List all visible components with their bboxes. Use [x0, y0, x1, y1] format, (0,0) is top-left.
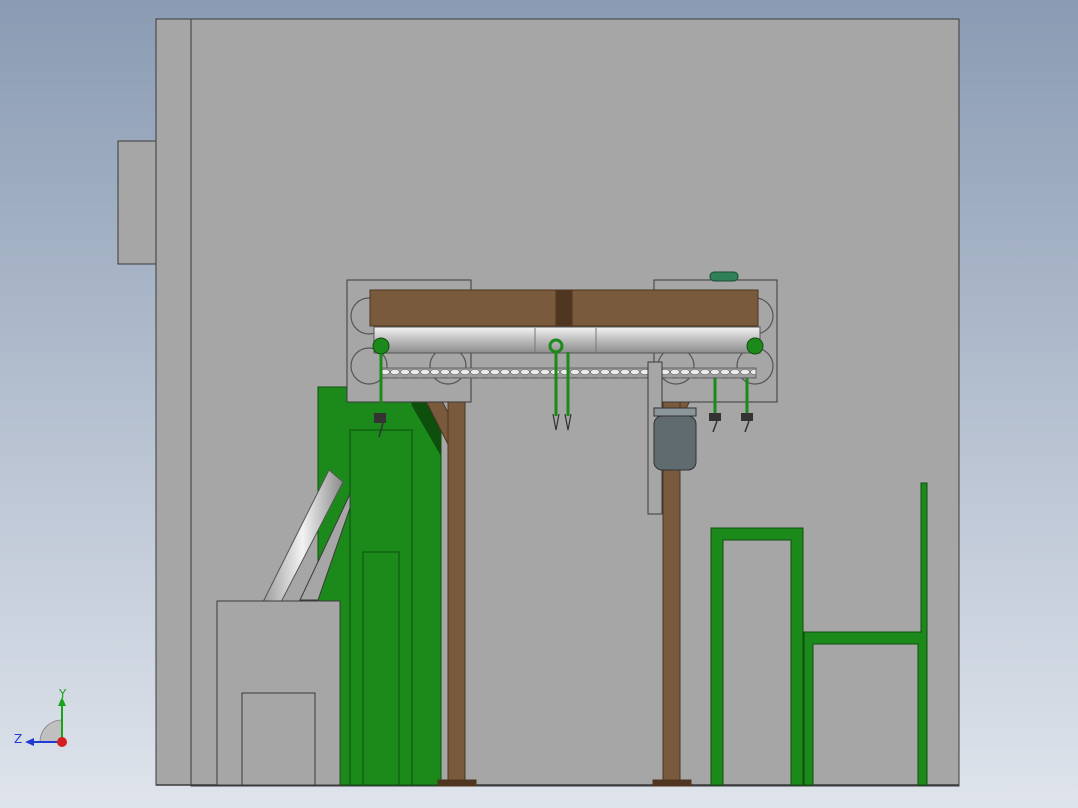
triad-y-label: Y	[58, 687, 67, 701]
cabinet-side-panel[interactable]	[155, 18, 192, 786]
right-sprocket[interactable]	[746, 337, 764, 355]
hopper-door[interactable]	[362, 551, 400, 786]
top-fitting	[709, 271, 739, 282]
triad-x-origin	[57, 737, 67, 747]
assembly-drawing[interactable]: Y Z	[0, 0, 1078, 808]
left-post[interactable]	[447, 355, 466, 785]
triad-z-label: Z	[14, 732, 22, 746]
side-box[interactable]	[117, 140, 157, 265]
motor-flange	[653, 407, 697, 417]
conveyor-rail[interactable]	[373, 326, 761, 354]
motor-body[interactable]	[653, 415, 697, 471]
right-post-foot	[652, 779, 692, 787]
cad-viewport[interactable]: Y Z	[0, 0, 1078, 808]
left-sprocket[interactable]	[372, 337, 390, 355]
left-post-foot	[437, 779, 477, 787]
base-cabinet-door[interactable]	[241, 692, 316, 786]
beam-joint-plate	[555, 289, 573, 327]
